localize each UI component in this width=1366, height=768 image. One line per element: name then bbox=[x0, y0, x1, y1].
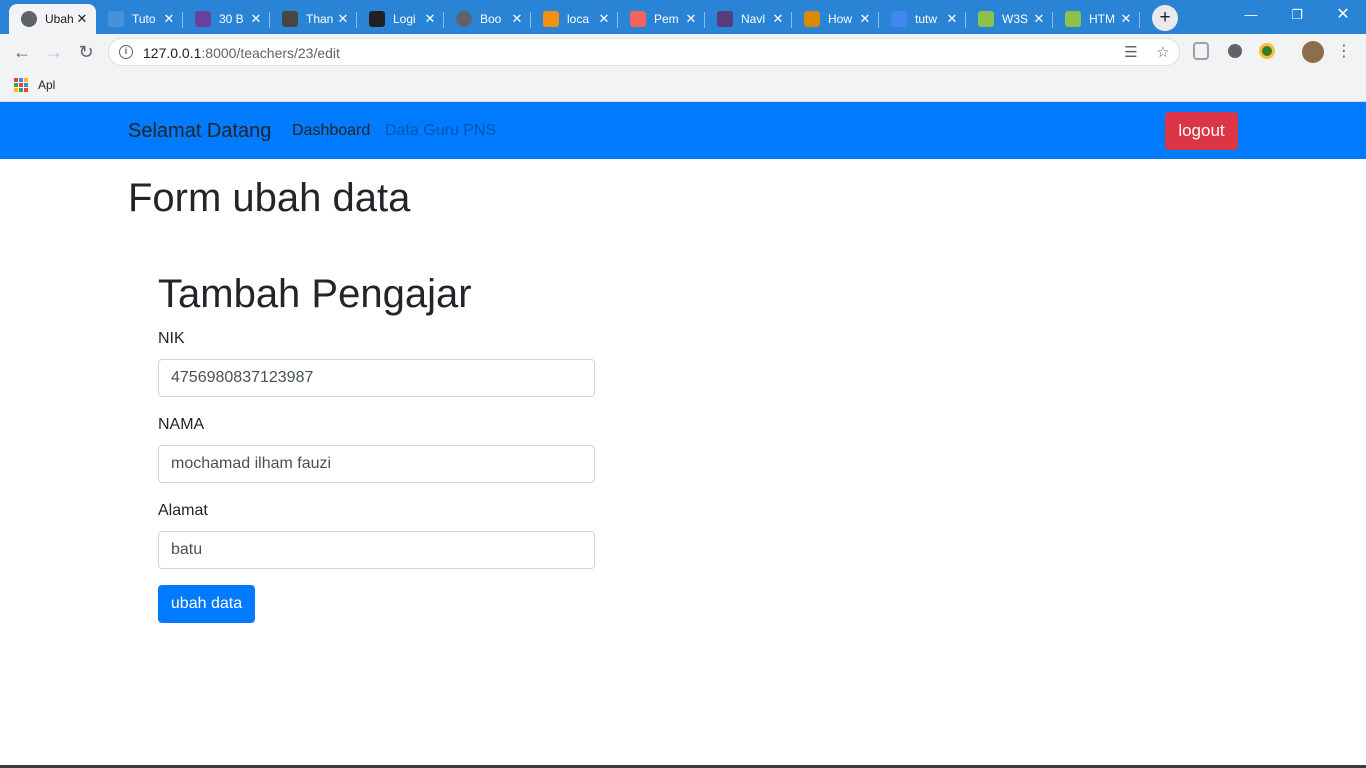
apps-bookmark[interactable]: Apl bbox=[38, 78, 55, 92]
close-tab-icon[interactable]: ✕ bbox=[161, 11, 177, 27]
tab-title: W3S bbox=[1002, 12, 1029, 26]
close-tab-icon[interactable]: ✕ bbox=[683, 11, 699, 27]
tab-title: Logi bbox=[393, 12, 416, 26]
extension-circle-icon[interactable] bbox=[1228, 44, 1242, 58]
tab-strip: Ubah ✕ Tuto ✕ 30 B ✕ Than ✕ Logi ✕ Boo ✕ loca ✕ Pem ✕ Na… bbox=[0, 0, 1366, 34]
nav-link-data-guru-pns[interactable]: Data Guru PNS bbox=[385, 122, 496, 140]
form-title: Tambah Pengajar bbox=[158, 272, 472, 316]
w3schools-icon bbox=[978, 11, 994, 27]
minimize-button[interactable]: — bbox=[1228, 0, 1274, 30]
page-title: Form ubah data bbox=[128, 176, 411, 220]
tab-title: loca bbox=[567, 12, 590, 26]
tab-title: Pem bbox=[654, 12, 679, 26]
nama-label: NAMA bbox=[158, 416, 205, 433]
tab-title: Ubah bbox=[45, 12, 74, 26]
close-tab-icon[interactable]: ✕ bbox=[944, 11, 960, 27]
logout-button[interactable]: logout bbox=[1165, 112, 1238, 150]
browser-tab[interactable]: Navl ✕ bbox=[705, 4, 792, 34]
google-icon bbox=[891, 11, 907, 27]
globe-icon bbox=[21, 11, 37, 27]
tab-title: How bbox=[828, 12, 853, 26]
nama-input[interactable]: mochamad ilham fauzi bbox=[158, 445, 595, 483]
alamat-input[interactable]: batu bbox=[158, 531, 595, 569]
browser-tab[interactable]: Logi ✕ bbox=[357, 4, 444, 34]
close-tab-icon[interactable]: ✕ bbox=[857, 11, 873, 27]
menu-kebab-icon[interactable]: ⋮ bbox=[1332, 40, 1356, 64]
browser-toolbar: ← → ↻ i 127.0.0.1:8000/teachers/23/edit … bbox=[0, 34, 1366, 70]
alamat-label: Alamat bbox=[158, 502, 208, 519]
info-icon[interactable]: i bbox=[119, 45, 133, 59]
close-tab-icon[interactable]: ✕ bbox=[74, 11, 90, 27]
close-tab-icon[interactable]: ✕ bbox=[770, 11, 786, 27]
shield-extension-icon[interactable] bbox=[1193, 42, 1209, 60]
tab-separator bbox=[1139, 12, 1140, 28]
tab-title: tutw bbox=[915, 12, 938, 26]
browser-tab[interactable]: Ubah ✕ bbox=[9, 4, 96, 34]
tab-title: Boo bbox=[480, 12, 502, 26]
site-navbar: Selamat Datang Dashboard Data Guru PNS l… bbox=[0, 102, 1366, 159]
address-bar[interactable]: i 127.0.0.1:8000/teachers/23/edit ☰ ☆ bbox=[108, 38, 1180, 66]
tab-title: Navl bbox=[741, 12, 766, 26]
browser-tab[interactable]: 30 B ✕ bbox=[183, 4, 270, 34]
link-icon bbox=[108, 11, 124, 27]
close-tab-icon[interactable]: ✕ bbox=[335, 11, 351, 27]
tab-title: HTM bbox=[1089, 12, 1115, 26]
home-icon bbox=[369, 11, 385, 27]
navbar-brand[interactable]: Selamat Datang bbox=[128, 120, 271, 143]
apps-grid-icon[interactable] bbox=[14, 78, 28, 92]
nik-input[interactable]: 4756980837123987 bbox=[158, 359, 595, 397]
url-text: 127.0.0.1:8000/teachers/23/edit bbox=[143, 45, 340, 61]
phpmyadmin-icon bbox=[543, 11, 559, 27]
forward-button[interactable]: → bbox=[42, 40, 66, 64]
tab-title: Tuto bbox=[132, 12, 156, 26]
new-tab-button[interactable]: + bbox=[1152, 5, 1178, 31]
close-tab-icon[interactable]: ✕ bbox=[1031, 11, 1047, 27]
browser-tab[interactable]: Pem ✕ bbox=[618, 4, 705, 34]
ubah-data-button[interactable]: ubah data bbox=[158, 585, 255, 623]
browser-tab[interactable]: Boo ✕ bbox=[444, 4, 531, 34]
globe-extension-icon[interactable] bbox=[1259, 43, 1275, 59]
browser-tab[interactable]: Than ✕ bbox=[270, 4, 357, 34]
browser-tab[interactable]: How ✕ bbox=[792, 4, 879, 34]
browser-tab[interactable]: tutw ✕ bbox=[879, 4, 966, 34]
nik-label: NIK bbox=[158, 330, 185, 347]
back-button[interactable]: ← bbox=[10, 40, 34, 64]
colorlib-icon bbox=[195, 11, 211, 27]
bookmarks-bar: Apl bbox=[0, 70, 1366, 102]
close-tab-icon[interactable]: ✕ bbox=[596, 11, 612, 27]
tab-title: 30 B bbox=[219, 12, 244, 26]
w3-icon bbox=[804, 11, 820, 27]
tab-title: Than bbox=[306, 12, 334, 26]
browser-tab[interactable]: HTM ✕ bbox=[1053, 4, 1140, 34]
close-tab-icon[interactable]: ✕ bbox=[248, 11, 264, 27]
nav-link-dashboard[interactable]: Dashboard bbox=[292, 122, 370, 140]
reload-button[interactable]: ↻ bbox=[74, 40, 98, 64]
wordpress-icon bbox=[282, 11, 298, 27]
globe-icon bbox=[456, 11, 472, 27]
close-tab-icon[interactable]: ✕ bbox=[509, 11, 525, 27]
bootstrap-icon bbox=[717, 11, 733, 27]
browser-tab[interactable]: Tuto ✕ bbox=[96, 4, 183, 34]
close-tab-icon[interactable]: ✕ bbox=[422, 11, 438, 27]
browser-tab[interactable]: loca ✕ bbox=[531, 4, 618, 34]
browser-tab[interactable]: W3S ✕ bbox=[966, 4, 1053, 34]
laravel-icon bbox=[630, 11, 646, 27]
restore-button[interactable]: ❐ bbox=[1274, 0, 1320, 30]
bookmark-star-icon[interactable]: ☆ bbox=[1153, 43, 1173, 63]
close-window-button[interactable]: ✕ bbox=[1320, 0, 1366, 30]
w3schools-icon bbox=[1065, 11, 1081, 27]
translate-icon[interactable]: ☰ bbox=[1121, 43, 1141, 63]
close-tab-icon[interactable]: ✕ bbox=[1118, 11, 1134, 27]
profile-avatar[interactable] bbox=[1302, 41, 1324, 63]
